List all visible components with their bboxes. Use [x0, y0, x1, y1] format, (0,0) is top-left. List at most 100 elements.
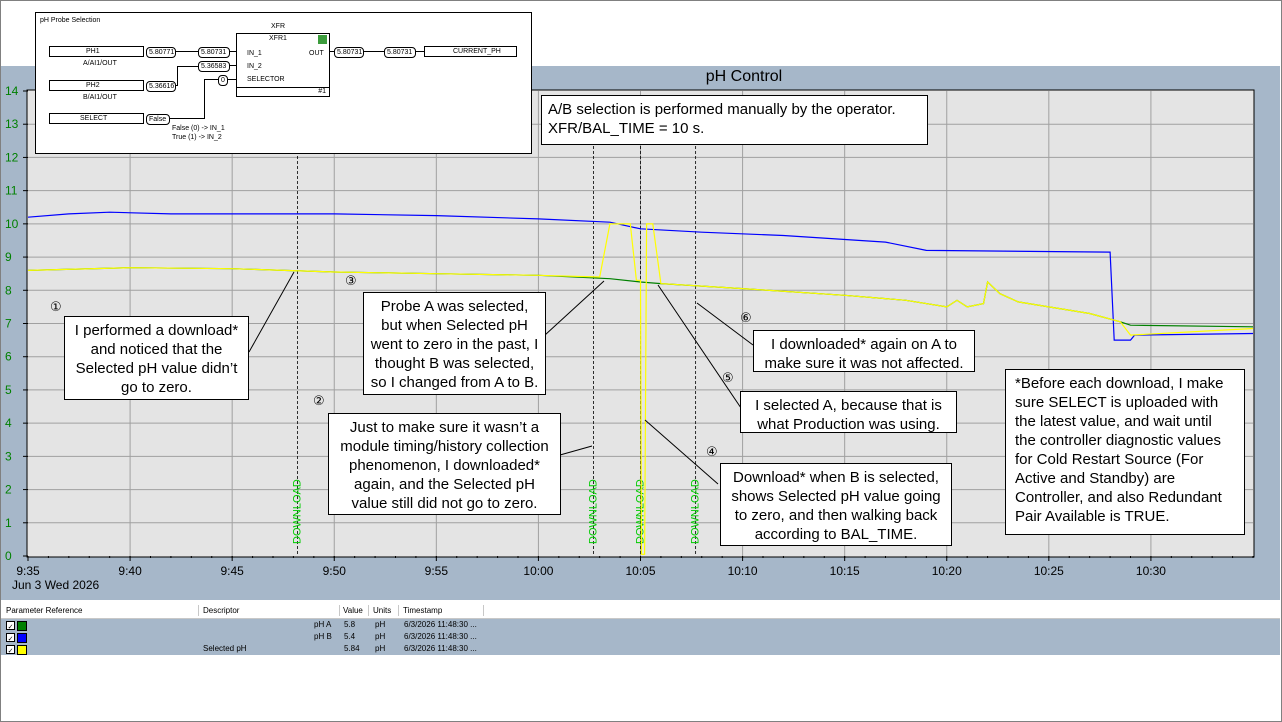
xfr-block[interactable]: XFR1 IN_1 IN_2 SELECTOR OUT #1 [236, 33, 330, 97]
note-4-line: according to BAL_TIME. [754, 526, 918, 543]
note-4-line: shows Selected pH value going [731, 488, 941, 505]
note-5-line: what Production was using. [757, 416, 940, 433]
row-param: pH A [314, 620, 332, 629]
note-1-line: go to zero. [121, 379, 192, 396]
step-5-marker: ⑤ [722, 371, 734, 386]
note-6-line: I downloaded* again on A to [771, 336, 957, 353]
block-status-icon [318, 35, 327, 44]
note-2-line: again, and the Selected pH [354, 476, 535, 493]
y-tick-label: 11 [5, 184, 18, 198]
y-tick-label: 2 [5, 483, 12, 497]
row-units: pH [375, 620, 386, 629]
x-tick-label: 9:55 [425, 564, 449, 578]
step-1-marker: ① [50, 300, 62, 315]
footnote-line: the controller diagnostic values [1015, 432, 1221, 449]
note-1-line: Selected pH value didn’t [75, 360, 238, 377]
row-units: pH [375, 632, 386, 641]
select-value: False [146, 114, 170, 125]
row-checkbox[interactable]: ✓ [6, 621, 15, 631]
row-checkbox[interactable]: ✓ [6, 633, 15, 643]
function-block-diagram: pH Probe Selection XFR XFR1 IN_1 IN_2 SE… [35, 12, 532, 154]
col-divider [398, 605, 399, 616]
note-3-line: Probe A was selected, [380, 298, 529, 315]
download-marker-label: DOWNLOAD [690, 479, 702, 544]
selector-wire-value: 0 [218, 75, 228, 86]
block-divider [237, 87, 329, 88]
note-4-line: Download* when B is selected, [733, 469, 939, 486]
note-3: Probe A was selected, but when Selected … [363, 292, 546, 395]
row-value: 5.84 [344, 644, 360, 653]
ph2-value: 5.36616 [146, 81, 176, 92]
pin-out: OUT [309, 50, 324, 57]
col-value[interactable]: Value [343, 603, 363, 618]
block-type: XFR [271, 23, 285, 30]
x-tick-label: 9:45 [220, 564, 244, 578]
download-marker-label: DOWNLOAD [588, 479, 600, 544]
col-divider [339, 605, 340, 616]
x-tick-label: 10:00 [523, 564, 553, 578]
note-4-line: to zero, and then walking back [734, 507, 938, 524]
note-2: Just to make sure it wasn’t a module tim… [328, 413, 561, 515]
x-tick-label: 10:30 [1136, 564, 1166, 578]
wire-sel-b [204, 79, 205, 119]
parameter-table: Parameter Reference Descriptor Value Uni… [1, 603, 1280, 655]
input-ph2[interactable]: PH2 [49, 80, 144, 91]
col-descriptor[interactable]: Descriptor [203, 603, 239, 618]
col-param-ref[interactable]: Parameter Reference [6, 603, 82, 618]
row-color-swatch [17, 621, 27, 631]
table-row[interactable]: ✓ pH B 5.4 pH 6/3/2026 11:48:30 ... [1, 631, 1280, 643]
row-descriptor: Selected pH [203, 644, 247, 653]
note-1-line: I performed a download* [74, 322, 239, 339]
footnote-line: Controller, and also Redundant [1015, 489, 1222, 506]
block-name: XFR1 [269, 35, 287, 42]
table-row[interactable]: ✓ pH A 5.8 pH 6/3/2026 11:48:30 ... [1, 619, 1280, 631]
step-3-marker: ③ [345, 274, 357, 289]
footnote-line: for Cold Restart Source (For [1015, 451, 1204, 468]
y-tick-label: 9 [5, 250, 12, 264]
y-tick-label: 5 [5, 383, 12, 397]
table-row[interactable]: ✓ Selected pH 5.84 pH 6/3/2026 11:48:30 … [1, 643, 1280, 655]
footnote: *Before each download, I make sure SELEC… [1005, 369, 1245, 535]
note-4: Download* when B is selected, shows Sele… [720, 463, 952, 546]
note-true: True (1) -> IN_2 [172, 134, 222, 141]
wire-sel-c [204, 79, 218, 80]
wire-out-b [364, 51, 384, 52]
row-checkbox[interactable]: ✓ [6, 645, 15, 655]
row-units: pH [375, 644, 386, 653]
input-ph1[interactable]: PH1 [49, 46, 144, 57]
footnote-line: sure SELECT is uploaded with [1015, 394, 1219, 411]
output-current-ph[interactable]: CURRENT_PH [424, 46, 517, 57]
x-tick-label: 10:05 [625, 564, 655, 578]
y-tick-label: 8 [5, 283, 12, 297]
note-5: I selected A, because that is what Produ… [740, 391, 957, 433]
wire-in2 [230, 65, 236, 66]
y-tick-label: 4 [5, 416, 12, 430]
note-2-line: module timing/history collection [340, 438, 549, 455]
note-1-line: and noticed that the [90, 341, 223, 358]
row-timestamp: 6/3/2026 11:48:30 ... [404, 632, 477, 641]
ph1-value: 5.80771 [146, 47, 176, 58]
col-units[interactable]: Units [373, 603, 391, 618]
footnote-line: Pair Available is TRUE. [1015, 508, 1170, 525]
y-tick-label: 6 [5, 350, 12, 364]
step-2-marker: ② [313, 394, 325, 409]
col-timestamp[interactable]: Timestamp [403, 603, 442, 618]
y-tick-label: 10 [5, 217, 19, 231]
note-3-line: but when Selected pH [381, 317, 528, 334]
input-ph2-path: B/AI1/OUT [83, 94, 117, 101]
step-4-marker: ④ [706, 445, 718, 460]
diagram-title: pH Probe Selection [40, 17, 101, 24]
wire-sel-a [170, 118, 204, 119]
y-tick-label: 0 [5, 549, 12, 563]
wire-out-c [416, 51, 424, 52]
note-3-line: so I changed from A to B. [370, 374, 539, 391]
table-header: Parameter Reference Descriptor Value Uni… [1, 603, 1280, 619]
footnote-line: Active and Standby) are [1015, 470, 1176, 487]
x-tick-label: 9:35 [16, 564, 40, 578]
x-tick-label: 10:25 [1034, 564, 1064, 578]
pin-in2: IN_2 [247, 63, 262, 70]
note-6: I downloaded* again on A to make sure it… [753, 330, 975, 372]
input-select[interactable]: SELECT [49, 113, 144, 124]
chart-title: pH Control [706, 68, 782, 85]
footnote-line: the latest value, and wait until [1015, 413, 1212, 430]
